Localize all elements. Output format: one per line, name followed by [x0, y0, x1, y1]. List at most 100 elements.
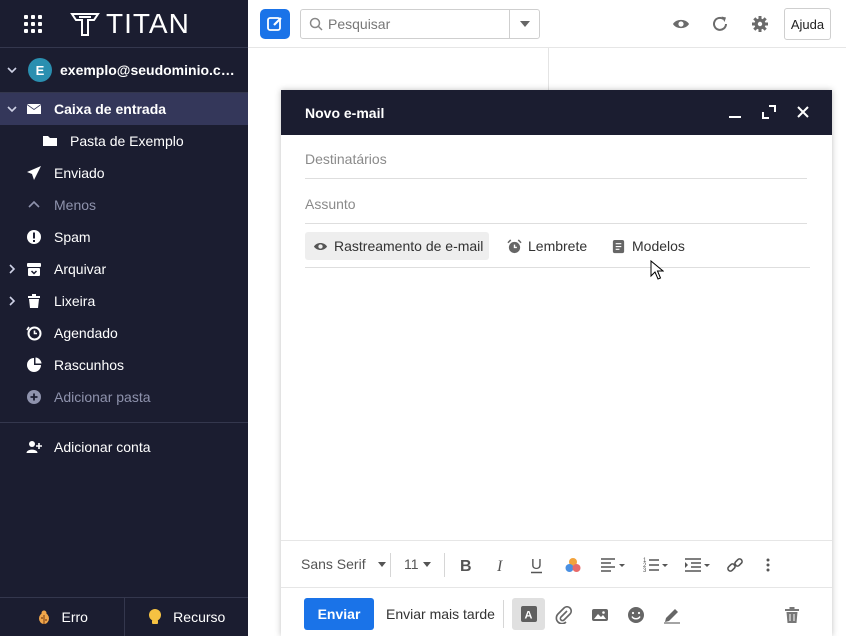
sidebar-item-label: Agendado — [54, 325, 118, 341]
font-family-select[interactable]: Sans Serif — [301, 556, 386, 572]
search-icon — [309, 17, 323, 31]
archive-icon — [27, 263, 41, 276]
caret-down-icon — [377, 561, 386, 567]
toolbar-separator — [444, 553, 445, 577]
scheduled-clock-icon — [26, 326, 42, 341]
text-color-icon[interactable] — [564, 556, 582, 574]
trash-icon — [28, 294, 40, 308]
email-tracking-toggle[interactable]: Rastreamento de e-mail — [305, 232, 489, 260]
sidebar-footer: Erro Recurso — [0, 597, 248, 636]
sidebar-item-drafts[interactable]: Rascunhos — [0, 349, 248, 381]
send-button[interactable]: Enviar — [304, 598, 374, 630]
search-input[interactable] — [328, 16, 508, 32]
svg-text:I: I — [496, 558, 503, 574]
compose-window: Novo e-mail Destinatários Assunto Rastre… — [281, 90, 832, 636]
sidebar-item-label: Menos — [54, 197, 97, 213]
help-button[interactable]: Ajuda — [784, 8, 831, 40]
bold-icon[interactable]: B — [456, 556, 474, 574]
emoji-icon[interactable] — [627, 606, 645, 624]
feature-request-button[interactable]: Recurso — [123, 598, 249, 636]
image-icon[interactable] — [591, 606, 609, 624]
font-family-value: Sans Serif — [301, 556, 366, 572]
reminder-label: Lembrete — [528, 238, 588, 254]
compose-title: Novo e-mail — [305, 104, 385, 121]
signature-pen-icon[interactable] — [663, 606, 681, 624]
plus-circle-icon — [27, 390, 41, 404]
formatting-toggle-button[interactable]: A — [512, 598, 545, 630]
template-doc-icon — [612, 239, 625, 253]
toolbar-separator — [503, 600, 504, 628]
refresh-icon[interactable] — [711, 15, 729, 33]
alarm-clock-icon — [507, 238, 522, 253]
pane-divider — [548, 48, 549, 90]
sidebar-item-label: Adicionar conta — [54, 439, 151, 455]
feature-label: Recurso — [173, 609, 226, 625]
alert-circle-icon — [27, 230, 41, 244]
font-size-select[interactable]: 11 — [404, 556, 431, 572]
account-switcher[interactable]: E exemplo@seudominio.co... — [0, 48, 248, 93]
underline-icon[interactable]: U — [528, 556, 546, 574]
templates-label: Modelos — [632, 238, 685, 254]
titan-logo: TITAN — [70, 8, 190, 40]
chevron-down-icon[interactable] — [6, 64, 18, 76]
chevron-right-icon[interactable] — [6, 263, 18, 275]
sidebar-item-label: Lixeira — [54, 293, 96, 309]
avatar: E — [28, 58, 52, 82]
align-icon[interactable] — [600, 556, 628, 574]
compose-actions: Enviar Enviar mais tarde A — [281, 588, 832, 636]
sidebar-item-add-account[interactable]: Adicionar conta — [0, 431, 248, 463]
brand-name: TITAN — [106, 7, 190, 39]
svg-text:3: 3 — [643, 568, 647, 574]
chevron-down-icon[interactable] — [6, 103, 18, 115]
caret-down-icon — [422, 561, 431, 567]
error-report-button[interactable]: Erro — [0, 598, 124, 636]
sidebar-item-example-folder[interactable]: Pasta de Exemplo — [0, 125, 248, 157]
recipients-field[interactable]: Destinatários — [305, 135, 807, 179]
sidebar-item-add-folder[interactable]: Adicionar pasta — [0, 381, 248, 413]
text-format-icon: A — [520, 606, 537, 622]
sidebar-item-archive[interactable]: Arquivar — [0, 253, 248, 285]
titan-logo-icon — [70, 12, 100, 36]
sidebar-item-label: Rascunhos — [54, 357, 125, 373]
sidebar-item-spam[interactable]: Spam — [0, 221, 248, 253]
eye-icon[interactable] — [672, 15, 690, 33]
indent-icon[interactable] — [684, 556, 712, 574]
sidebar-header: TITAN — [0, 0, 248, 48]
account-email: exemplo@seudominio.co... — [60, 62, 240, 78]
sidebar-item-less[interactable]: Menos — [0, 189, 248, 221]
templates-button[interactable]: Modelos — [611, 232, 685, 260]
more-options-icon[interactable] — [759, 556, 777, 574]
chevron-up-icon — [28, 200, 40, 208]
sidebar-item-trash[interactable]: Lixeira — [0, 285, 248, 317]
sidebar-item-sent[interactable]: Enviado — [0, 157, 248, 189]
send-later-button[interactable]: Enviar mais tarde — [386, 606, 495, 622]
formatting-toolbar: Sans Serif 11 B I U 123 — [281, 540, 832, 588]
search-options-dropdown[interactable] — [509, 10, 539, 38]
compose-header: Novo e-mail — [281, 90, 832, 135]
italic-icon[interactable]: I — [492, 556, 510, 574]
apps-grid-icon[interactable] — [24, 14, 44, 34]
gear-icon[interactable] — [751, 15, 769, 33]
sidebar-item-label: Adicionar pasta — [54, 389, 151, 405]
compose-button[interactable] — [260, 9, 290, 39]
subject-field[interactable]: Assunto — [305, 180, 807, 224]
chevron-right-icon[interactable] — [6, 295, 18, 307]
trash-icon[interactable] — [783, 606, 801, 624]
sidebar-item-label: Enviado — [54, 165, 105, 181]
sidebar-item-scheduled[interactable]: Agendado — [0, 317, 248, 349]
sidebar-item-inbox[interactable]: Caixa de entrada — [0, 93, 248, 125]
error-label: Erro — [61, 609, 88, 625]
recipients-placeholder: Destinatários — [305, 151, 387, 167]
reminder-button[interactable]: Lembrete — [507, 232, 587, 260]
link-icon[interactable] — [726, 556, 744, 574]
top-bar: Ajuda — [248, 0, 846, 48]
eye-icon — [313, 242, 328, 250]
toolbar-separator — [390, 553, 391, 577]
minimize-icon[interactable] — [728, 105, 742, 119]
sidebar-item-label: Spam — [54, 229, 91, 245]
expand-icon[interactable] — [762, 105, 776, 119]
sidebar-item-label: Caixa de entrada — [54, 101, 167, 117]
close-icon[interactable] — [796, 105, 810, 119]
numbered-list-icon[interactable]: 123 — [643, 556, 671, 574]
paperclip-icon[interactable] — [555, 606, 573, 624]
